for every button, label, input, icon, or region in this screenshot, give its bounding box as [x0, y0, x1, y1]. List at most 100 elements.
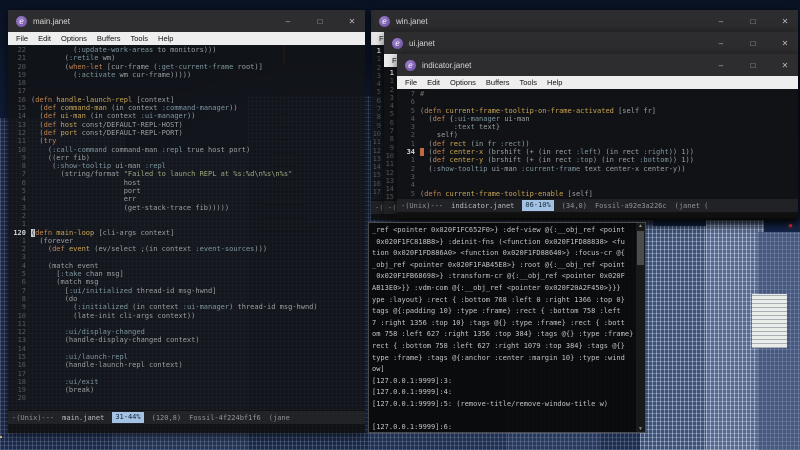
code-line[interactable]: 1 (forever — [8, 237, 365, 245]
code-text: (defn main-loop [cli-args context] — [31, 228, 175, 237]
line-number: 3 — [410, 172, 415, 181]
scroll-percentage-badge: 31-44% — [112, 412, 144, 423]
code-line[interactable]: 7 (string/format "Failed to launch REPL … — [8, 170, 365, 178]
code-line[interactable]: 1 — [8, 220, 365, 228]
maximize-button[interactable]: □ — [748, 39, 758, 48]
code-line[interactable]: 5 port — [8, 187, 365, 195]
code-line[interactable]: 18 :ui/exit — [8, 378, 365, 386]
code-line[interactable]: 13 (def host const/DEFAULT-REPL-HOST) — [8, 121, 365, 129]
close-button[interactable]: ✕ — [780, 17, 790, 26]
minimize-button[interactable]: – — [716, 17, 726, 26]
code-line[interactable]: 11 — [8, 320, 365, 328]
code-line[interactable]: 19 (:activate wm cur-frame))))) — [8, 71, 365, 79]
code-line[interactable]: 1 (def rect (in fr :rect)) — [397, 140, 798, 148]
close-button[interactable]: ✕ — [347, 17, 357, 26]
code-line[interactable]: 5 (defn current-frame-tooltip-on-frame-ac… — [397, 107, 798, 115]
code-line[interactable]: 15 (def command-man (in context :command… — [8, 104, 365, 112]
code-line[interactable]: 8 (:show-tooltip ui-man :repl — [8, 162, 365, 170]
menu-item-edit[interactable]: Edit — [422, 76, 445, 89]
code-line[interactable]: 13 (handle-display-changed context) — [8, 336, 365, 344]
code-line[interactable]: 16 (defn handle-launch-repl [context] — [8, 96, 365, 104]
code-line[interactable]: 6 host — [8, 179, 365, 187]
code-line[interactable]: 17 — [8, 370, 365, 378]
code-line[interactable]: 3 — [397, 173, 798, 181]
code-line[interactable]: 3 (get-stack-trace fib))))) — [8, 204, 365, 212]
menu-item-options[interactable]: Options — [56, 32, 92, 45]
code-line[interactable]: 6 (match msg — [8, 278, 365, 286]
code-line[interactable]: 7 [:ui/initialized thread-id msg-hwnd] — [8, 287, 365, 295]
code-line[interactable]: 20 — [8, 394, 365, 402]
code-line[interactable]: 5 (defn current-frame-tooltip-enable [sel… — [397, 190, 798, 198]
code-line[interactable]: 1 (def center-y (brshift (+ (in rect :to… — [397, 156, 798, 164]
titlebar[interactable]: e indicator.janet – □ ✕ — [397, 54, 798, 76]
code-line[interactable]: 14 (def ui-man (in context :ui-manager)) — [8, 112, 365, 120]
menu-item-buffers[interactable]: Buffers — [92, 32, 126, 45]
minimize-button[interactable]: – — [716, 61, 726, 70]
close-button[interactable]: ✕ — [780, 61, 790, 70]
code-line[interactable]: 20 (when-let [cur-frame (:get-current-fr… — [8, 63, 365, 71]
code-line[interactable]: 9 ((err fib) — [8, 154, 365, 162]
close-button[interactable]: ✕ — [780, 39, 790, 48]
line-number: 1 — [376, 47, 381, 55]
code-line[interactable]: 10 (:call-command command-man :repl true… — [8, 146, 365, 154]
titlebar[interactable]: e win.janet – □ ✕ — [371, 10, 798, 32]
code-line[interactable]: 34 (def center-x (brshift (+ (in rect :l… — [397, 148, 798, 157]
menu-item-file[interactable]: File — [11, 32, 33, 45]
minimize-button[interactable]: – — [716, 39, 726, 48]
code-line[interactable]: 10 (late-init cli-args context)) — [8, 312, 365, 320]
code-line[interactable]: 3 :text text} — [397, 123, 798, 131]
repl-console-window[interactable]: _ref <pointer 0x020F1FC652F0>} :def-view… — [368, 222, 646, 433]
code-line[interactable]: 21 (:retile wm) — [8, 54, 365, 62]
code-line[interactable]: 16 (handle-launch-repl context) — [8, 361, 365, 369]
menu-item-tools[interactable]: Tools — [515, 76, 543, 89]
code-area[interactable]: 22 (:update-work-areas to monitors))) 21 … — [8, 45, 365, 410]
titlebar[interactable]: e ui.janet – □ ✕ — [384, 32, 798, 54]
menu-item-tools[interactable]: Tools — [126, 32, 154, 45]
menu-item-file[interactable]: File — [400, 76, 422, 89]
code-line[interactable]: 2 (def event (ev/select ;(in context :ev… — [8, 245, 365, 253]
menu-item-edit[interactable]: Edit — [33, 32, 56, 45]
code-line[interactable]: 18 — [8, 79, 365, 87]
code-line[interactable]: 2 — [8, 212, 365, 220]
menu-item-buffers[interactable]: Buffers — [481, 76, 515, 89]
code-line[interactable]: 11 (try — [8, 137, 365, 145]
code-line[interactable]: 12 :ui/display-changed — [8, 328, 365, 336]
scroll-down-icon[interactable]: ▼ — [638, 426, 643, 432]
code-line[interactable]: 19 (break) — [8, 386, 365, 394]
code-line[interactable]: 12 (def port const/DEFAULT-REPL-PORT) — [8, 129, 365, 137]
menu-item-options[interactable]: Options — [445, 76, 481, 89]
console-output[interactable]: _ref <pointer 0x020F1FC652F0>} :def-view… — [372, 225, 634, 430]
scroll-up-icon[interactable]: ▲ — [638, 223, 643, 229]
menu-item-help[interactable]: Help — [153, 32, 178, 45]
titlebar[interactable]: e main.janet – □ ✕ — [8, 10, 365, 32]
scrollbar-thumb[interactable] — [637, 231, 644, 265]
code-line[interactable]: 2 (:show-tooltip ui-man :current-frame t… — [397, 165, 798, 173]
minimize-button[interactable]: – — [283, 17, 293, 26]
code-line[interactable]: 2 self) — [397, 131, 798, 139]
code-text: (:call-command command-man :repl true ho… — [31, 145, 251, 154]
code-line[interactable]: 4 (match event — [8, 262, 365, 270]
window-controls: – □ ✕ — [283, 17, 357, 26]
code-area[interactable]: 7 #6 5 (defn current-frame-tooltip-on-frame… — [397, 89, 798, 198]
code-line[interactable]: 5 [:take chan msg] — [8, 270, 365, 278]
maximize-button[interactable]: □ — [748, 61, 758, 70]
code-line[interactable]: 3 — [8, 253, 365, 261]
menu-item-help[interactable]: Help — [542, 76, 567, 89]
code-line[interactable]: 4 (def {:ui-manager ui-man — [397, 115, 798, 123]
maximize-button[interactable]: □ — [748, 17, 758, 26]
code-line[interactable]: 120 (defn main-loop [cli-args context] — [8, 228, 365, 237]
code-line[interactable]: 7 # — [397, 90, 798, 98]
maximize-button[interactable]: □ — [315, 17, 325, 26]
code-line[interactable]: 4 — [397, 181, 798, 189]
code-line[interactable]: 8 (do — [8, 295, 365, 303]
code-line[interactable]: 14 — [8, 345, 365, 353]
line-number: 8 — [21, 162, 26, 171]
code-line[interactable]: 22 (:update-work-areas to monitors))) — [8, 46, 365, 54]
code-text: (def event (ev/select ;(in context :even… — [31, 245, 268, 254]
code-line[interactable]: 15 :ui/launch-repl — [8, 353, 365, 361]
code-line[interactable]: 17 — [8, 87, 365, 95]
code-line[interactable]: 4 err — [8, 195, 365, 203]
code-line[interactable]: 9 (:initialized (in context :ui-manager)… — [8, 303, 365, 311]
code-line[interactable]: 6 — [397, 98, 798, 106]
